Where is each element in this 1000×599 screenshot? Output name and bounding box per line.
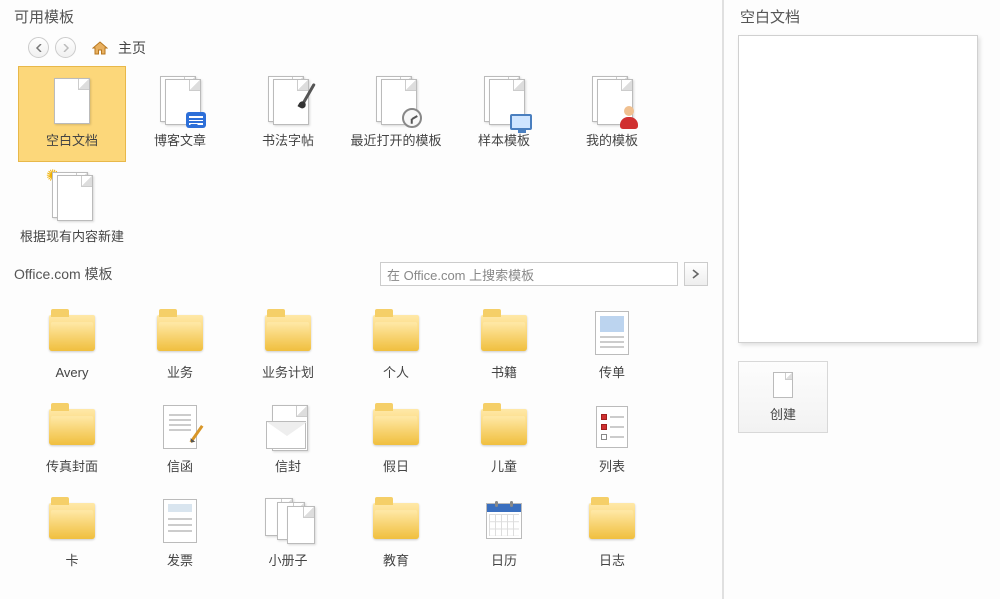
left-pane: 可用模板 主页 空白文档 博客文章 书法字帖 最近打开的模板 样本模板 我的模板 ✺ 根据现有…	[0, 0, 724, 599]
search-go-button[interactable]	[684, 262, 708, 286]
booklet-icon	[258, 493, 318, 549]
office-template-item[interactable]: 列表	[558, 392, 666, 486]
envelope-icon	[258, 399, 318, 455]
template-item-sample[interactable]: 样本模板	[450, 66, 558, 162]
folder-icon	[366, 399, 426, 455]
template-item-recent[interactable]: 最近打开的模板	[342, 66, 450, 162]
template-label: 个人	[383, 365, 409, 381]
template-label: 传真封面	[46, 459, 98, 475]
office-template-item[interactable]: 业务计划	[234, 298, 342, 392]
template-label: 最近打开的模板	[350, 133, 441, 149]
my-icon	[582, 73, 642, 129]
template-label: 卡	[65, 553, 78, 569]
arrow-left-icon	[35, 44, 43, 52]
office-template-item[interactable]: 假日	[342, 392, 450, 486]
template-label: 书籍	[491, 365, 517, 381]
office-section-header: Office.com 模板 在 Office.com 上搜索模板	[0, 258, 722, 292]
section-title: 可用模板	[0, 0, 722, 37]
template-label: 信封	[275, 459, 301, 475]
preview-title: 空白文档	[738, 6, 986, 35]
calligraphy-icon	[258, 73, 318, 129]
template-label: 教育	[383, 553, 409, 569]
search-input[interactable]: 在 Office.com 上搜索模板	[380, 262, 678, 286]
template-item-my[interactable]: 我的模板	[558, 66, 666, 162]
template-label: 发票	[167, 553, 193, 569]
invoice-icon	[150, 493, 210, 549]
template-label: 儿童	[491, 459, 517, 475]
template-label: 样本模板	[478, 133, 530, 149]
calendar-icon	[474, 493, 534, 549]
blank-icon	[42, 73, 102, 129]
create-button-label: 创建	[770, 404, 796, 423]
flyer-icon	[582, 305, 642, 361]
office-section-label: Office.com 模板	[14, 264, 374, 284]
arrow-right-icon	[691, 269, 701, 279]
template-label: 我的模板	[586, 133, 638, 149]
office-template-item[interactable]: 传真封面	[18, 392, 126, 486]
nav-forward-button[interactable]	[55, 37, 76, 58]
office-template-item[interactable]: 个人	[342, 298, 450, 392]
folder-icon	[474, 399, 534, 455]
sample-icon	[474, 73, 534, 129]
office-template-item[interactable]: 传单	[558, 298, 666, 392]
office-template-item[interactable]: 儿童	[450, 392, 558, 486]
template-label: 业务计划	[262, 365, 314, 381]
template-item-calligraphy[interactable]: 书法字帖	[234, 66, 342, 162]
template-item-from-existing[interactable]: ✺ 根据现有内容新建	[18, 162, 126, 258]
office-template-item[interactable]: 教育	[342, 486, 450, 580]
template-label: 空白文档	[46, 133, 98, 149]
templates-area: 空白文档 博客文章 书法字帖 最近打开的模板 样本模板 我的模板 ✺ 根据现有内容新建	[0, 66, 722, 258]
blog-icon	[150, 73, 210, 129]
folder-icon	[42, 399, 102, 455]
nav-back-button[interactable]	[28, 37, 49, 58]
breadcrumb-bar: 主页	[0, 37, 722, 66]
folder-icon	[582, 493, 642, 549]
office-template-item[interactable]: 日志	[558, 486, 666, 580]
folder-icon	[366, 493, 426, 549]
home-icon	[92, 41, 108, 55]
letter-icon	[150, 399, 210, 455]
template-label: 小册子	[268, 553, 307, 569]
checklist-icon	[582, 399, 642, 455]
folder-icon	[474, 305, 534, 361]
create-button[interactable]: 创建	[738, 361, 828, 433]
office-template-item[interactable]: 发票	[126, 486, 234, 580]
folder-icon	[366, 305, 426, 361]
office-template-item[interactable]: Avery	[18, 298, 126, 392]
folder-icon	[258, 305, 318, 361]
template-label: 日历	[491, 553, 517, 569]
search-placeholder: 在 Office.com 上搜索模板	[387, 265, 534, 284]
right-pane: 空白文档 创建	[724, 0, 1000, 599]
template-label: 信函	[167, 459, 193, 475]
template-label: 业务	[167, 365, 193, 381]
office-template-item[interactable]: 信函	[126, 392, 234, 486]
office-template-item[interactable]: 书籍	[450, 298, 558, 392]
breadcrumb-home[interactable]: 主页	[118, 38, 146, 58]
office-template-item[interactable]: 业务	[126, 298, 234, 392]
preview-box	[738, 35, 978, 343]
from-existing-icon: ✺	[42, 169, 102, 225]
template-label: 根据现有内容新建	[20, 229, 124, 245]
office-template-item[interactable]: 小册子	[234, 486, 342, 580]
folder-icon	[150, 305, 210, 361]
folder-icon	[42, 305, 102, 361]
office-template-item[interactable]: 信封	[234, 392, 342, 486]
template-label: 博客文章	[154, 133, 206, 149]
template-label: 日志	[599, 553, 625, 569]
arrow-right-icon	[62, 44, 70, 52]
template-item-blank[interactable]: 空白文档	[18, 66, 126, 162]
template-label: 列表	[599, 459, 625, 475]
template-label: Avery	[56, 365, 89, 381]
document-icon	[773, 372, 793, 398]
folder-icon	[42, 493, 102, 549]
recent-icon	[366, 73, 426, 129]
template-label: 假日	[383, 459, 409, 475]
office-template-item[interactable]: 卡	[18, 486, 126, 580]
office-template-item[interactable]: 日历	[450, 486, 558, 580]
template-item-blog[interactable]: 博客文章	[126, 66, 234, 162]
office-templates-grid: Avery 业务 业务计划 个人 书籍 传单传真封面 信函 信封 假日 儿童 列表卡 发票 小册子 教育 日…	[0, 292, 722, 580]
template-label: 传单	[599, 365, 625, 381]
template-label: 书法字帖	[262, 133, 314, 149]
